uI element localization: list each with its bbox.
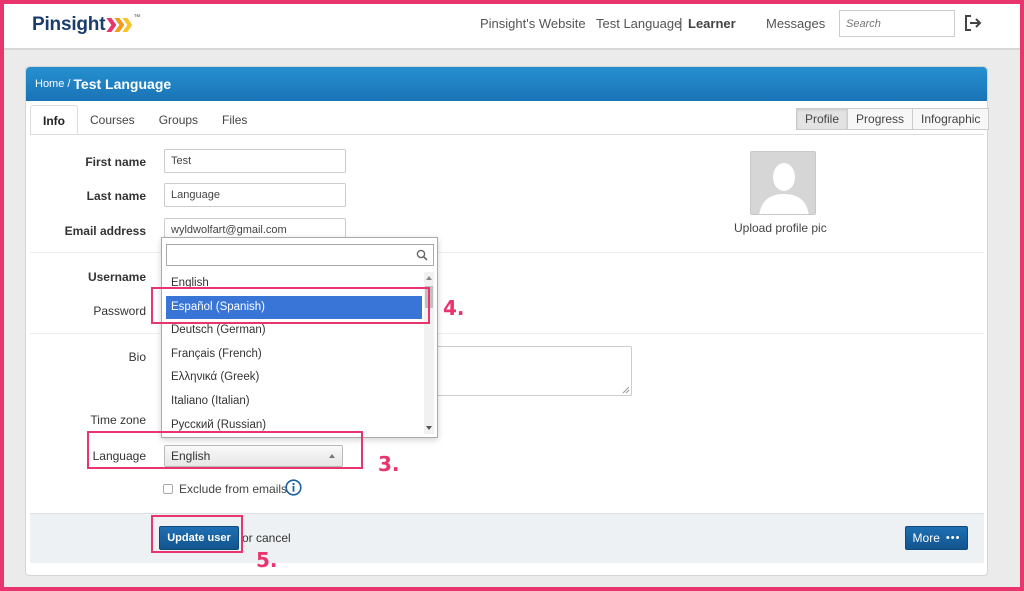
annotation-step-3: 3. [378,452,400,476]
password-label: Password [93,304,146,318]
upload-profile-pic-link[interactable]: Upload profile pic [734,221,827,235]
nav-messages-link[interactable]: Messages [766,16,825,31]
language-option-greek[interactable]: Ελληνικά (Greek) [166,366,422,390]
breadcrumb-separator: / [67,78,71,90]
bio-label: Bio [128,350,146,364]
language-dropdown: English Español (Spanish) Deutsch (Germa… [161,237,438,438]
username-label: Username [87,270,146,284]
exclude-emails-label: Exclude from emails [179,482,288,496]
dropdown-search-input[interactable] [166,244,434,266]
profile-pic-placeholder[interactable] [750,151,816,215]
last-name-field[interactable] [164,183,346,207]
nav-role[interactable]: Learner [688,16,736,31]
card-header: Home / Test Language [26,67,987,101]
annotation-box-spanish [151,287,430,324]
nav-user-name[interactable]: Test Language [596,16,681,31]
tab-info[interactable]: Info [30,105,78,135]
first-name-field[interactable] [164,149,346,173]
tab-files[interactable]: Files [210,105,259,135]
logout-icon[interactable] [962,12,984,34]
language-option-french[interactable]: Français (French) [166,343,422,367]
more-button-label: More [912,531,940,545]
resize-grip-icon[interactable] [622,386,630,394]
exclude-emails-checkbox[interactable] [163,484,173,494]
progress-view-button[interactable]: Progress [847,108,914,130]
annotation-box-update [151,515,243,553]
logo-text: Pinsight [32,14,106,35]
profile-view-button[interactable]: Profile [796,108,849,130]
annotation-box-language [87,431,363,469]
first-name-label: First name [85,155,146,169]
timezone-label: Time zone [90,413,146,427]
nav-website-link[interactable]: Pinsight's Website [480,16,586,31]
breadcrumb-home[interactable]: Home [35,78,64,90]
tabs-divider [30,134,984,135]
language-option-italian[interactable]: Italiano (Italian) [166,390,422,414]
page-title: Test Language [73,76,172,92]
tab-courses[interactable]: Courses [78,105,147,135]
search-icon [416,249,428,261]
more-button[interactable]: More ••• [905,526,968,550]
cancel-link[interactable]: or cancel [242,531,291,545]
top-navbar: Pinsight ™ Pinsight's Website Test Langu… [4,4,1020,50]
scroll-down-icon[interactable] [426,426,432,430]
pinsight-logo[interactable]: Pinsight ™ [32,12,140,38]
screenshot-frame: Pinsight ™ Pinsight's Website Test Langu… [4,4,1020,587]
email-label: Email address [64,224,146,238]
user-silhouette-icon [759,163,809,214]
tab-groups[interactable]: Groups [147,105,210,135]
nav-separator: | [679,15,683,31]
logo-trademark: ™ [133,14,141,21]
infographic-view-button[interactable]: Infographic [912,108,990,130]
tab-bar: Info Courses Groups Files [30,105,259,135]
info-icon[interactable] [285,479,302,496]
scroll-up-icon[interactable] [426,276,432,280]
search-input[interactable] [839,10,955,37]
ellipsis-icon: ••• [945,532,961,544]
annotation-step-4: 4. [443,296,465,320]
last-name-label: Last name [86,189,146,203]
view-button-group: Profile Progress Infographic [796,108,990,130]
logo-chevrons-icon [106,18,133,32]
annotation-step-5: 5. [256,548,278,572]
